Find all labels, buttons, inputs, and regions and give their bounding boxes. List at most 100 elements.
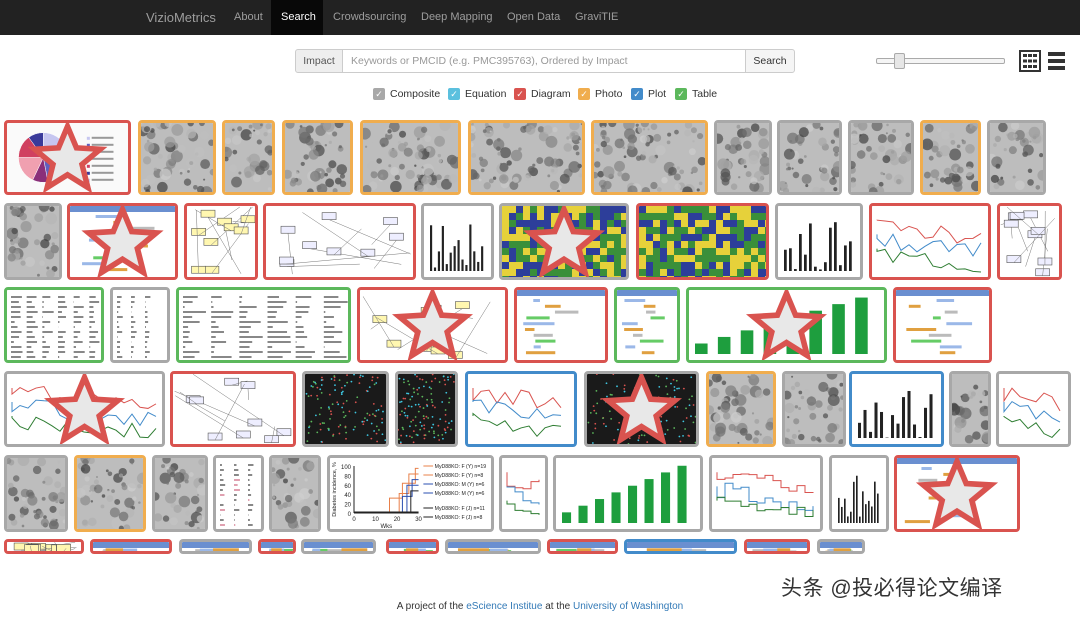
filter-photo-checkbox[interactable]: ✓ (578, 88, 590, 100)
figure-thumbnail-featured-plot[interactable]: 100 80 60 40 20 0 0 10 20 30 Wks Diabetes incidence… (327, 455, 494, 532)
figure-thumbnail[interactable] (636, 203, 769, 280)
figure-thumbnail[interactable] (282, 120, 353, 195)
figure-thumbnail[interactable] (4, 203, 62, 280)
figure-thumbnail[interactable] (547, 539, 618, 554)
figure-thumbnail[interactable] (302, 371, 389, 447)
figure-thumbnail[interactable] (4, 539, 84, 554)
figure-thumbnail[interactable] (360, 120, 461, 195)
figure-thumbnail[interactable] (179, 539, 252, 554)
filter-plot-checkbox[interactable]: ✓ (631, 88, 643, 100)
filter-diagram-checkbox[interactable]: ✓ (514, 88, 526, 100)
filter-photo-label[interactable]: Photo (595, 88, 622, 101)
figure-thumbnail[interactable] (67, 203, 178, 280)
figure-thumbnail[interactable] (357, 287, 508, 363)
figure-thumbnail[interactable] (176, 287, 351, 363)
figure-thumbnail[interactable] (614, 287, 680, 363)
figure-thumbnail[interactable] (468, 120, 585, 195)
list-view-icon[interactable] (1048, 51, 1065, 71)
figure-thumbnail[interactable] (499, 203, 629, 280)
figure-thumbnail[interactable] (591, 120, 708, 195)
figure-thumbnail[interactable] (138, 120, 216, 195)
filter-table-checkbox[interactable]: ✓ (675, 88, 687, 100)
search-mode-addon[interactable]: Impact (295, 49, 343, 73)
escience-link[interactable]: eScience Institue (466, 601, 542, 612)
figure-thumbnail[interactable] (848, 120, 914, 195)
figure-thumbnail[interactable] (829, 455, 889, 532)
star-icon[interactable] (360, 290, 505, 360)
star-icon[interactable] (502, 206, 626, 277)
figure-thumbnail[interactable] (421, 203, 494, 280)
brand-logo[interactable]: VizioMetrics (146, 10, 216, 25)
figure-thumbnail[interactable] (584, 371, 699, 447)
nav-deep-mapping[interactable]: Deep Mapping (411, 0, 503, 35)
figure-thumbnail[interactable] (714, 120, 772, 195)
figure-thumbnail[interactable] (706, 371, 776, 447)
figure-thumbnail[interactable] (213, 455, 264, 532)
uw-link[interactable]: University of Washington (573, 601, 683, 612)
figure-thumbnail[interactable] (184, 203, 258, 280)
nav-about[interactable]: About (224, 0, 273, 35)
figure-thumbnail[interactable] (4, 287, 104, 363)
star-icon[interactable] (70, 206, 175, 277)
figure-thumbnail[interactable] (686, 287, 887, 363)
figure-thumbnail[interactable] (514, 287, 608, 363)
filter-plot-label[interactable]: Plot (648, 88, 666, 101)
figure-thumbnail[interactable] (553, 455, 703, 532)
figure-thumbnail[interactable] (949, 371, 991, 447)
figure-thumbnail[interactable] (775, 203, 863, 280)
figure-thumbnail[interactable] (817, 539, 865, 554)
figure-thumbnail[interactable] (445, 539, 541, 554)
star-icon[interactable] (587, 374, 696, 444)
filter-composite-label[interactable]: Composite (390, 88, 440, 101)
figure-thumbnail[interactable] (624, 539, 737, 554)
figure-thumbnail[interactable] (222, 120, 275, 195)
thumbnail-size-slider[interactable] (876, 53, 1005, 69)
figure-preview (517, 290, 605, 360)
figure-thumbnail[interactable] (997, 203, 1062, 280)
filter-equation-checkbox[interactable]: ✓ (448, 88, 460, 100)
figure-thumbnail[interactable] (263, 203, 416, 280)
star-icon[interactable] (897, 458, 1017, 529)
figure-thumbnail[interactable] (744, 539, 810, 554)
filter-diagram-label[interactable]: Diagram (531, 88, 571, 101)
nav-crowdsourcing[interactable]: Crowdsourcing (323, 0, 416, 35)
nav-gravitie[interactable]: GraviTIE (565, 0, 628, 35)
figure-thumbnail[interactable] (386, 539, 439, 554)
figure-thumbnail[interactable] (301, 539, 376, 554)
figure-thumbnail[interactable] (4, 455, 68, 532)
figure-thumbnail[interactable] (74, 455, 146, 532)
figure-thumbnail[interactable] (849, 371, 944, 447)
filter-table-label[interactable]: Table (692, 88, 717, 101)
figure-thumbnail[interactable] (894, 455, 1020, 532)
nav-open-data[interactable]: Open Data (497, 0, 570, 35)
slider-handle[interactable] (893, 53, 905, 69)
figure-thumbnail[interactable] (465, 371, 577, 447)
search-input[interactable] (342, 49, 746, 73)
search-button[interactable]: Search (745, 49, 795, 73)
figure-thumbnail[interactable] (395, 371, 458, 447)
figure-thumbnail[interactable] (258, 539, 296, 554)
figure-thumbnail[interactable] (996, 371, 1071, 447)
figure-thumbnail[interactable] (782, 371, 846, 447)
star-icon[interactable] (689, 290, 884, 360)
figure-thumbnail[interactable] (170, 371, 296, 447)
grid-view-icon[interactable] (1019, 50, 1041, 72)
figure-thumbnail[interactable] (4, 371, 165, 447)
filter-equation-label[interactable]: Equation (465, 88, 506, 101)
figure-thumbnail[interactable] (709, 455, 823, 532)
figure-thumbnail[interactable] (499, 455, 548, 532)
figure-thumbnail[interactable] (893, 287, 992, 363)
figure-thumbnail[interactable] (90, 539, 172, 554)
figure-thumbnail[interactable] (869, 203, 991, 280)
figure-thumbnail[interactable] (920, 120, 981, 195)
star-icon[interactable] (7, 123, 128, 192)
figure-thumbnail[interactable] (777, 120, 842, 195)
figure-thumbnail[interactable] (269, 455, 321, 532)
figure-thumbnail[interactable] (987, 120, 1046, 195)
filter-composite-checkbox[interactable]: ✓ (373, 88, 385, 100)
figure-thumbnail[interactable] (110, 287, 170, 363)
nav-search[interactable]: Search (271, 0, 323, 35)
figure-thumbnail[interactable] (152, 455, 208, 532)
figure-thumbnail[interactable] (4, 120, 131, 195)
star-icon[interactable] (7, 374, 162, 444)
